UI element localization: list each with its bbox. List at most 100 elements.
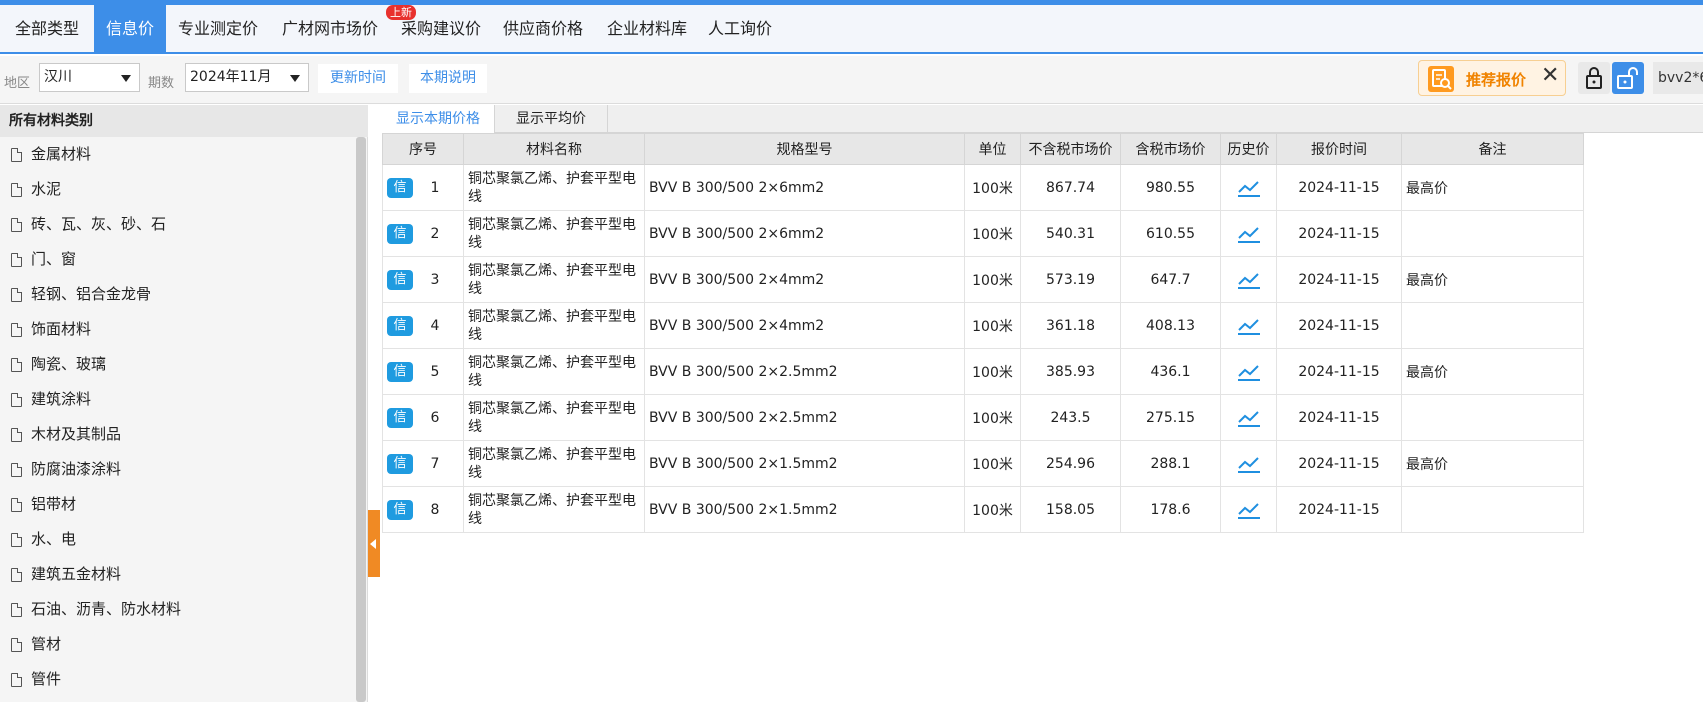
seq-value: 6	[430, 409, 440, 426]
col-header-spec[interactable]: 规格型号	[644, 133, 965, 165]
history-chart-icon[interactable]	[1236, 270, 1262, 290]
col-header-quote-date[interactable]: 报价时间	[1276, 133, 1402, 165]
col-header-unit[interactable]: 单位	[964, 133, 1021, 165]
category-label: 铝带材	[31, 495, 77, 513]
cell-seq: 信8	[382, 486, 464, 533]
table-row[interactable]: 信4 铜芯聚氯乙烯、护套平型电线 BVV B 300/500 2×4mm2 10…	[382, 302, 1584, 349]
table-row[interactable]: 信1 铜芯聚氯乙烯、护套平型电线 BVV B 300/500 2×6mm2 10…	[382, 164, 1584, 211]
tab-supplier-price[interactable]: 供应商价格	[492, 5, 594, 52]
table-row[interactable]: 信2 铜芯聚氯乙烯、护套平型电线 BVV B 300/500 2×6mm2 10…	[382, 210, 1584, 257]
category-item[interactable]: 建筑涂料	[0, 382, 355, 417]
collapse-panel-handle[interactable]	[368, 510, 380, 577]
region-label: 地区	[4, 76, 31, 91]
cell-material-name: 铜芯聚氯乙烯、护套平型电线	[463, 348, 645, 395]
col-header-note[interactable]: 备注	[1401, 133, 1584, 165]
category-item[interactable]: 管材	[0, 627, 355, 662]
history-chart-icon[interactable]	[1236, 316, 1262, 336]
cell-note: 最高价	[1401, 256, 1584, 303]
tab-current-price[interactable]: 显示本期价格	[382, 105, 495, 133]
tab-average-price[interactable]: 显示平均价	[495, 105, 608, 133]
category-label: 管件	[31, 670, 62, 688]
category-panel: 所有材料类别 金属材料 水泥 砖、瓦、灰、砂、石 门、窗 轻钢、铝合金龙骨 饰面…	[0, 105, 368, 702]
tab-all-types[interactable]: 全部类型	[0, 5, 94, 52]
cell-unit: 100米	[964, 348, 1021, 395]
tab-enterprise-library[interactable]: 企业材料库	[594, 5, 700, 52]
history-chart-icon[interactable]	[1236, 500, 1262, 520]
cell-price-ex-tax: 540.31	[1020, 210, 1121, 257]
col-header-price-inc-tax[interactable]: 含税市场价	[1120, 133, 1221, 165]
category-item[interactable]: 木材及其制品	[0, 417, 355, 452]
category-item[interactable]: 防腐油漆涂料	[0, 452, 355, 487]
category-item[interactable]: 金属材料	[0, 137, 355, 172]
cell-history	[1220, 440, 1277, 487]
table-header-row: 序号 材料名称 规格型号 单位 不含税市场价 含税市场价 历史价 报价时间 备注	[382, 133, 1584, 165]
cell-history	[1220, 210, 1277, 257]
table-row[interactable]: 信7 铜芯聚氯乙烯、护套平型电线 BVV B 300/500 2×1.5mm2 …	[382, 440, 1584, 487]
document-icon	[11, 393, 22, 407]
table-row[interactable]: 信3 铜芯聚氯乙烯、护套平型电线 BVV B 300/500 2×4mm2 10…	[382, 256, 1584, 303]
category-item[interactable]: 建筑五金材料	[0, 557, 355, 592]
update-time-button[interactable]: 更新时间	[318, 64, 398, 93]
cell-seq: 信5	[382, 348, 464, 395]
history-chart-icon[interactable]	[1236, 224, 1262, 244]
category-item[interactable]: 水、电	[0, 522, 355, 557]
table-row[interactable]: 信5 铜芯聚氯乙烯、护套平型电线 BVV B 300/500 2×2.5mm2 …	[382, 348, 1584, 395]
tab-professional-price[interactable]: 专业测定价	[166, 5, 270, 52]
cell-price-inc-tax: 436.1	[1120, 348, 1221, 395]
cell-price-inc-tax: 178.6	[1120, 486, 1221, 533]
history-chart-icon[interactable]	[1236, 362, 1262, 382]
tab-info-price[interactable]: 信息价	[94, 5, 166, 52]
period-select[interactable]: 2024年11月	[185, 63, 309, 92]
cell-price-ex-tax: 361.18	[1020, 302, 1121, 349]
cell-history	[1220, 302, 1277, 349]
col-header-seq[interactable]: 序号	[382, 133, 464, 165]
cell-note	[1401, 486, 1584, 533]
document-icon	[11, 498, 22, 512]
lock-icon[interactable]	[1578, 62, 1610, 94]
col-header-price-ex-tax[interactable]: 不含税市场价	[1020, 133, 1121, 165]
info-price-badge: 信	[387, 178, 413, 198]
close-icon[interactable]: ✕	[1541, 63, 1559, 88]
period-note-button[interactable]: 本期说明	[409, 64, 487, 93]
category-item[interactable]: 砖、瓦、灰、砂、石	[0, 207, 355, 242]
category-item[interactable]: 管件	[0, 662, 355, 697]
cell-spec: BVV B 300/500 2×2.5mm2	[644, 394, 965, 441]
category-label: 建筑五金材料	[31, 565, 122, 583]
col-header-history[interactable]: 历史价	[1220, 133, 1277, 165]
tab-gcw-market-price[interactable]: 广材网市场价	[270, 5, 390, 52]
category-item[interactable]: 饰面材料	[0, 312, 355, 347]
table-row[interactable]: 信8 铜芯聚氯乙烯、护套平型电线 BVV B 300/500 2×1.5mm2 …	[382, 486, 1584, 533]
history-chart-icon[interactable]	[1236, 178, 1262, 198]
seq-value: 3	[430, 271, 440, 288]
table-row[interactable]: 信6 铜芯聚氯乙烯、护套平型电线 BVV B 300/500 2×2.5mm2 …	[382, 394, 1584, 441]
cell-seq: 信7	[382, 440, 464, 487]
seq-value: 7	[430, 455, 440, 472]
cell-price-ex-tax: 867.74	[1020, 164, 1121, 211]
cell-spec: BVV B 300/500 2×2.5mm2	[644, 348, 965, 395]
recommend-quote-button[interactable]: 推荐报价 ✕	[1418, 60, 1566, 96]
history-chart-icon[interactable]	[1236, 454, 1262, 474]
document-icon	[11, 428, 22, 442]
category-item[interactable]: 水泥	[0, 172, 355, 207]
category-item[interactable]: 铝带材	[0, 487, 355, 522]
category-item[interactable]: 石油、沥青、防水材料	[0, 592, 355, 627]
history-chart-icon[interactable]	[1236, 408, 1262, 428]
seq-value: 5	[430, 363, 440, 380]
tab-manual-inquiry[interactable]: 人工询价	[700, 5, 780, 52]
category-label: 水泥	[31, 180, 62, 198]
search-input[interactable]: bvv2*6	[1653, 62, 1703, 94]
col-header-name[interactable]: 材料名称	[463, 133, 645, 165]
unlock-icon[interactable]	[1612, 62, 1644, 94]
cell-price-inc-tax: 408.13	[1120, 302, 1221, 349]
category-item[interactable]: 轻钢、铝合金龙骨	[0, 277, 355, 312]
category-item[interactable]: 陶瓷、玻璃	[0, 347, 355, 382]
cell-spec: BVV B 300/500 2×6mm2	[644, 210, 965, 257]
cell-history	[1220, 394, 1277, 441]
region-value: 汉川	[44, 69, 72, 85]
document-icon	[11, 288, 22, 302]
category-item[interactable]: 门、窗	[0, 242, 355, 277]
category-scrollbar[interactable]	[356, 137, 366, 702]
cell-unit: 100米	[964, 302, 1021, 349]
region-select[interactable]: 汉川	[39, 63, 140, 92]
cell-seq: 信3	[382, 256, 464, 303]
